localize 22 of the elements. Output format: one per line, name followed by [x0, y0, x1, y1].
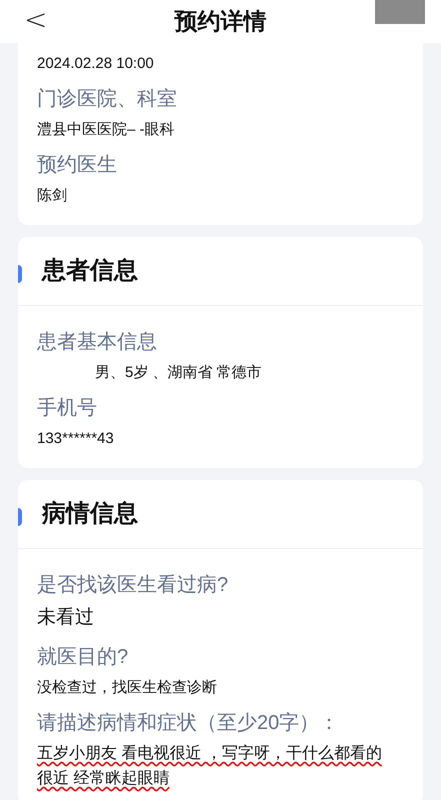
section-title: 病情信息	[42, 499, 138, 529]
field-value: 五岁小朋友 看电视很近 ，写字呀，干什么都看的很近 经常眯起眼睛	[37, 744, 383, 789]
field-value: 133******43	[37, 429, 115, 449]
page-title: 预约详情	[174, 7, 266, 36]
field-value: 没检查过，找医生检查诊断	[37, 678, 218, 698]
field-label: 就医目的?	[37, 645, 130, 670]
field-value: 澧县中医医院– -眼科	[37, 120, 176, 140]
field-value: 未看过	[37, 606, 95, 630]
accent-bar	[18, 265, 22, 283]
field-label: 手机号	[37, 396, 98, 421]
back-button[interactable]: <	[24, 2, 48, 38]
field-value: 2024.02.28 10:00	[37, 54, 155, 74]
field-label: 预约医生	[37, 153, 118, 178]
field-label: 请描述病情和症状（至少20字）：	[37, 711, 340, 736]
field-value: 陈剑	[37, 186, 68, 206]
accent-bar	[18, 508, 22, 526]
section-title: 患者信息	[42, 256, 138, 286]
field-label: 是否找该医生看过病?	[37, 573, 230, 598]
field-label: 门诊医院、科室	[37, 87, 178, 112]
blurred-block	[375, 0, 425, 24]
field-label: 患者基本信息	[37, 330, 158, 355]
field-value: 男、5岁 、湖南省 常德市	[94, 363, 263, 383]
